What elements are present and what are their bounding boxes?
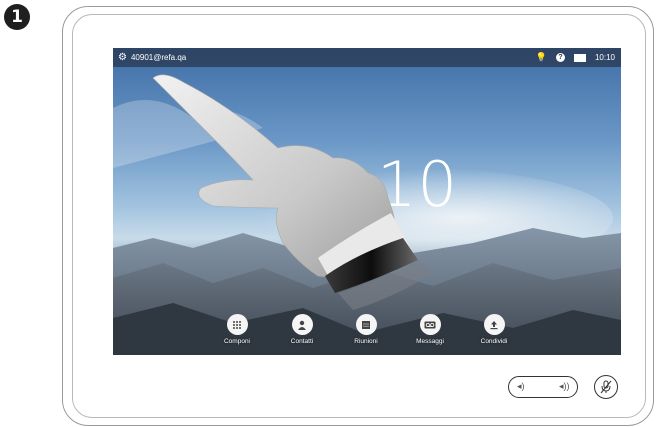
pointing-hand-illustration <box>152 74 433 310</box>
touch-screen: ⚙ 40901@refa.qa 💡 ? 10:10 10 Componi Con… <box>113 48 621 355</box>
volume-control[interactable]: ◂) ◂)) <box>508 376 578 398</box>
volume-up-icon[interactable]: ◂)) <box>559 381 570 392</box>
step-badge: 1 <box>4 4 30 30</box>
microphone-mute-icon <box>600 380 612 394</box>
mute-button[interactable] <box>594 375 618 399</box>
volume-down-icon[interactable]: ◂) <box>517 381 525 392</box>
